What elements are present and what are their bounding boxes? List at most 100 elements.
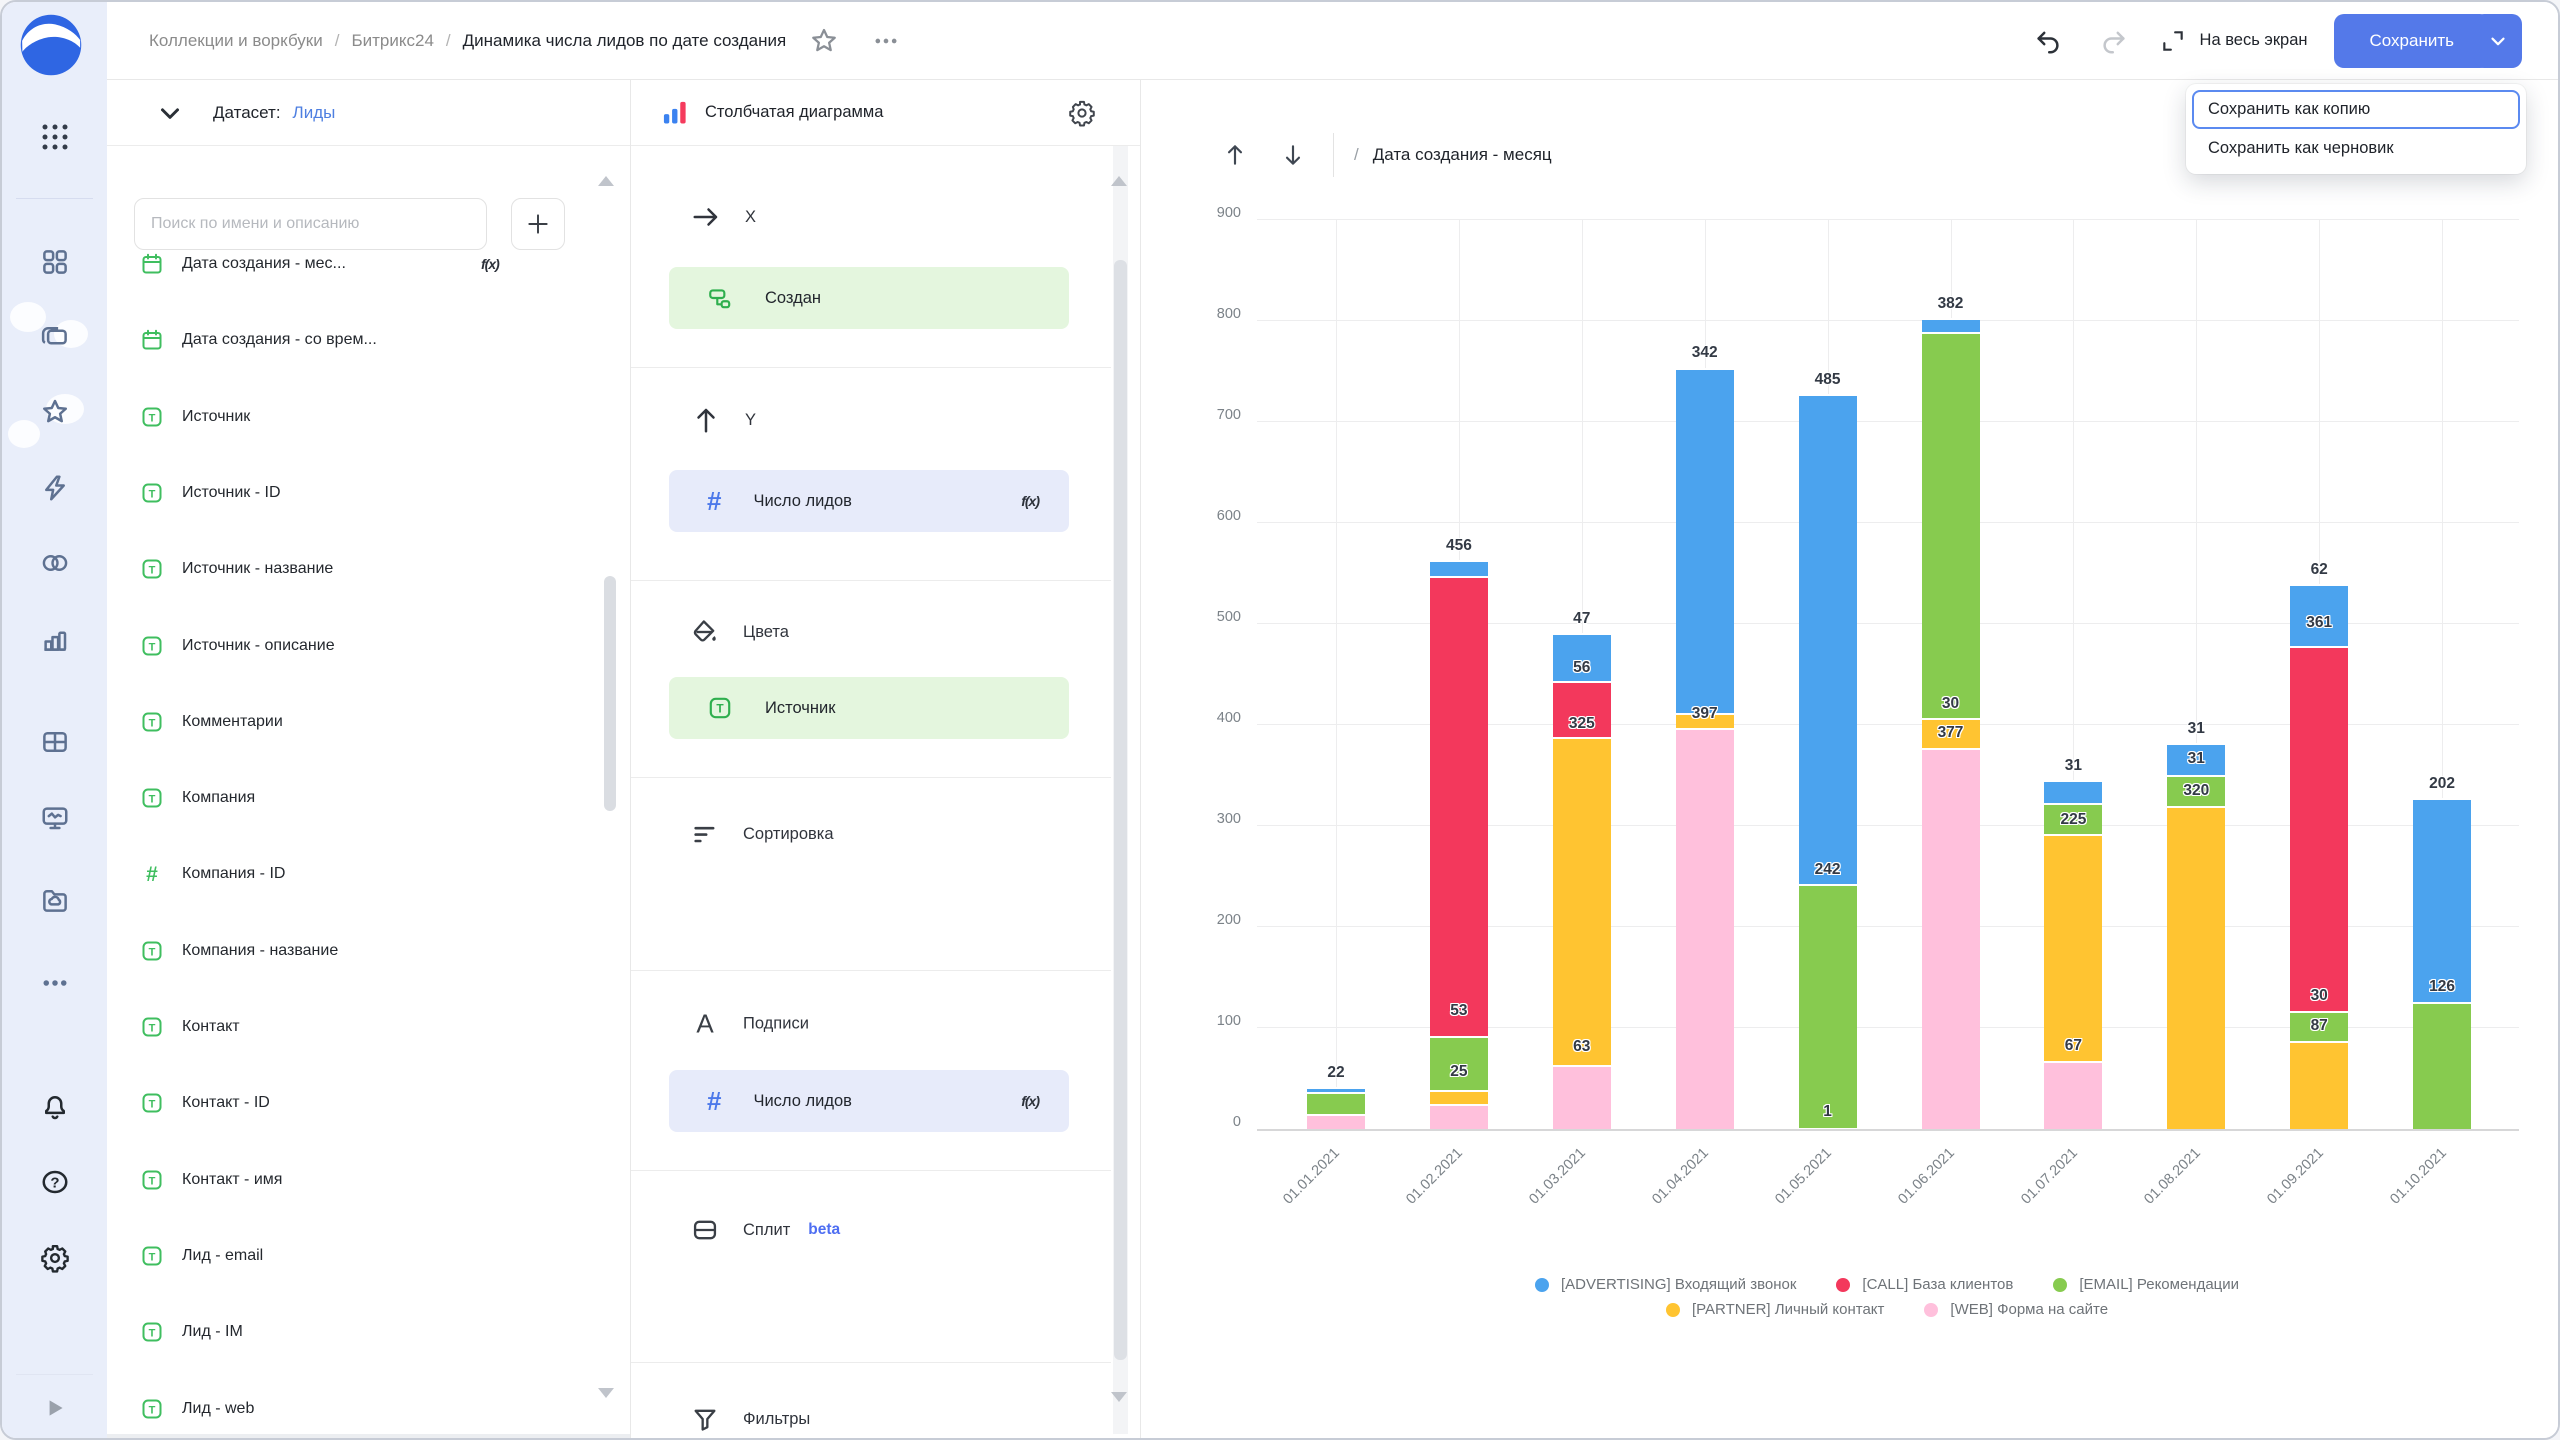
sidebar-help-icon[interactable]: ? (2, 1154, 107, 1210)
field-row[interactable]: T Источник - название (107, 539, 630, 599)
y-field-pill[interactable]: # Число лидов f(x) (669, 470, 1069, 532)
sidebar-rings-icon[interactable] (2, 535, 107, 591)
bar-segment[interactable] (1307, 1092, 1365, 1114)
field-row[interactable]: T Компания (107, 768, 630, 828)
field-row[interactable]: T Источник (107, 387, 630, 447)
chart-type-title[interactable]: Столбчатая диаграмма (705, 103, 883, 122)
bar-segment[interactable] (1553, 1065, 1611, 1129)
field-row[interactable]: T Лид - IM (107, 1302, 630, 1362)
move-down-icon[interactable] (1271, 133, 1315, 177)
x-axis-tick-label: 01.09.2021 (2264, 1145, 2327, 1208)
sidebar-chart-bars-icon[interactable] (2, 611, 107, 667)
sidebar-bell-icon[interactable] (2, 1078, 107, 1134)
sidebar-folder-cloud-icon[interactable] (2, 872, 107, 928)
sidebar-star-icon[interactable] (2, 384, 107, 440)
scroll-up-icon[interactable] (1111, 176, 1127, 186)
bar-segment[interactable] (1430, 1104, 1488, 1129)
scroll-up-icon[interactable] (598, 176, 614, 186)
column-chart-type-icon[interactable] (661, 99, 689, 127)
bar-segment[interactable] (1799, 884, 1857, 1128)
bar-segment[interactable] (2044, 834, 2102, 1061)
bar-segment[interactable] (1922, 748, 1980, 1129)
field-row[interactable]: T Контакт - ID (107, 1073, 630, 1133)
section-filters: Фильтры (691, 1405, 810, 1433)
bar-segment[interactable] (1922, 332, 1980, 718)
scroll-down-icon[interactable] (598, 1388, 614, 1398)
color-field-pill[interactable]: T Источник (669, 677, 1069, 739)
legend-item[interactable]: [PARTNER] Личный контакт (1666, 1301, 1884, 1318)
bar-segment[interactable] (1307, 1114, 1365, 1129)
chart-settings-gear-icon[interactable] (1068, 99, 1096, 127)
save-button[interactable]: Сохранить (2334, 14, 2490, 68)
save-options-button[interactable] (2474, 14, 2522, 68)
field-row[interactable]: Дата создания - мес... f(x) (107, 234, 630, 294)
bar-segment[interactable] (2413, 1002, 2471, 1129)
save-menu-item-1[interactable]: Сохранить как копию (2192, 90, 2520, 129)
bar-segment[interactable] (2290, 646, 2348, 1011)
expand-sidebar-button[interactable] (2, 1380, 107, 1436)
redo-icon[interactable] (2094, 21, 2134, 61)
sidebar-monitor-icon[interactable] (2, 790, 107, 846)
fullscreen-button[interactable]: На весь экран (2160, 28, 2308, 54)
legend-color-dot (1836, 1278, 1850, 1292)
datalens-logo[interactable] (18, 12, 84, 78)
bar-value-label: 320 (2183, 782, 2209, 800)
field-row[interactable]: T Источник - описание (107, 616, 630, 676)
sidebar-bolt-icon[interactable] (2, 460, 107, 516)
star-outline-icon[interactable] (804, 21, 844, 61)
y-axis-tick-label: 0 (1171, 1114, 1241, 1130)
bar-segment[interactable] (2044, 780, 2102, 803)
legend-label: [EMAIL] Рекомендации (2079, 1276, 2239, 1293)
bar-segment[interactable] (1922, 318, 1980, 332)
dataset-field-list: Дата создания - мес... f(x) Дата создани… (107, 146, 630, 1440)
dataset-collapse-chevron-icon[interactable] (155, 98, 185, 128)
x-field-pill[interactable]: Создан (669, 267, 1069, 329)
type-text-icon: T (140, 1091, 164, 1115)
field-row[interactable]: T Комментарии (107, 692, 630, 752)
sidebar-more-icon[interactable] (2, 955, 107, 1011)
sidebar-widgets-icon[interactable] (2, 234, 107, 290)
field-row[interactable]: T Лид - web (107, 1379, 630, 1439)
legend-item[interactable]: [EMAIL] Рекомендации (2053, 1276, 2239, 1293)
field-row[interactable]: T Лид - email (107, 1226, 630, 1286)
config-scrollbar-thumb[interactable] (1114, 260, 1127, 1360)
bar-segment[interactable] (1307, 1087, 1365, 1092)
sidebar-table-icon[interactable] (2, 714, 107, 770)
breadcrumb-workbook[interactable]: Битрикс24 (351, 31, 433, 51)
undo-icon[interactable] (2028, 21, 2068, 61)
sidebar-gear-icon[interactable] (2, 1230, 107, 1286)
x-axis-tick-label: 01.03.2021 (1526, 1145, 1589, 1208)
legend-item[interactable]: [CALL] База клиентов (1836, 1276, 2013, 1293)
scroll-down-icon[interactable] (1111, 1392, 1127, 1402)
bar-segment[interactable] (2290, 1041, 2348, 1129)
bar-segment[interactable] (1553, 737, 1611, 1065)
field-row[interactable]: T Контакт (107, 997, 630, 1057)
bar-segment[interactable] (1430, 1090, 1488, 1104)
save-menu-item-2[interactable]: Сохранить как черновик (2192, 129, 2520, 168)
dataset-name-link[interactable]: Лиды (293, 103, 336, 123)
bar-segment[interactable] (1676, 728, 1734, 1129)
bar-segment[interactable] (2044, 1061, 2102, 1129)
bar-segment[interactable] (1799, 394, 1857, 884)
bar-segment[interactable] (1676, 368, 1734, 713)
sidebar-collections-icon[interactable] (2, 309, 107, 365)
move-up-icon[interactable] (1213, 133, 1257, 177)
field-row[interactable]: # Компания - ID (107, 844, 630, 904)
more-menu-icon[interactable] (866, 21, 906, 61)
horizontal-scrollbar[interactable] (107, 1434, 630, 1440)
bar-segment[interactable] (2167, 806, 2225, 1129)
field-row[interactable]: T Контакт - имя (107, 1150, 630, 1210)
bar-segment[interactable] (1430, 560, 1488, 575)
bar-segment[interactable] (2413, 798, 2471, 1002)
field-row[interactable]: T Компания - название (107, 921, 630, 981)
breadcrumb-collections[interactable]: Коллекции и воркбуки (149, 31, 323, 51)
legend-item[interactable]: [ADVERTISING] Входящий звонок (1535, 1276, 1796, 1293)
field-row[interactable]: T Источник - ID (107, 463, 630, 523)
fields-scrollbar-thumb[interactable] (604, 576, 616, 811)
labels-field-pill[interactable]: # Число лидов f(x) (669, 1070, 1069, 1132)
apps-grid-menu-icon[interactable] (2, 109, 107, 165)
drill-breadcrumb[interactable]: Дата создания - месяц (1373, 145, 1552, 165)
field-row[interactable]: Дата создания - со врем... (107, 310, 630, 370)
bar-segment[interactable] (1430, 576, 1488, 1037)
legend-item[interactable]: [WEB] Форма на сайте (1924, 1301, 2108, 1318)
